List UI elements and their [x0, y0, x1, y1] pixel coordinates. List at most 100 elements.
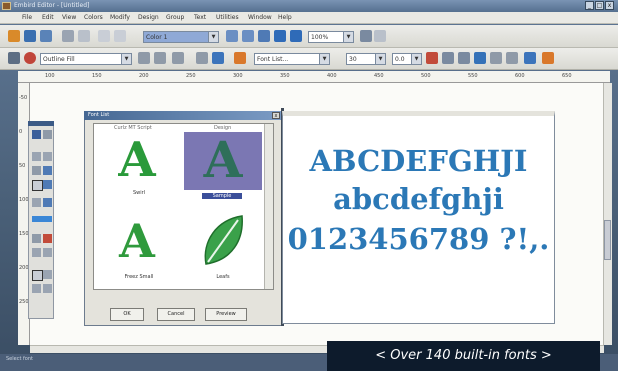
rotate-tool-icon[interactable]	[32, 248, 41, 257]
italic-icon[interactable]	[442, 52, 454, 64]
layer-tool-icon[interactable]	[43, 284, 52, 293]
palette-title-bar[interactable]	[28, 121, 54, 126]
cut-tool-icon[interactable]	[32, 198, 41, 207]
menu-group[interactable]: Group	[166, 14, 184, 21]
image-icon[interactable]	[524, 52, 536, 64]
effect-icon[interactable]	[542, 52, 554, 64]
font-item-selected[interactable]: A Sample	[184, 132, 262, 206]
menu-help[interactable]: Help	[278, 14, 292, 21]
menu-utilities[interactable]: Utilities	[216, 14, 239, 21]
align-center-icon[interactable]	[154, 52, 166, 64]
horizontal-ruler: 100 150 200 250 300 350 400 450 500 550 …	[18, 71, 610, 83]
preview-uppercase: ABCDEFGHJI	[309, 144, 528, 178]
font-select[interactable]: Font List... ▼	[254, 53, 330, 65]
text-tool-icon[interactable]	[32, 180, 43, 191]
align-left-icon[interactable]	[138, 52, 150, 64]
font-sample-glyph: A	[119, 214, 155, 268]
zoom-out-icon[interactable]	[242, 30, 254, 42]
scroll-thumb[interactable]	[604, 220, 611, 260]
font-caption: Leafs	[216, 274, 230, 280]
justify-icon[interactable]	[490, 52, 502, 64]
status-text: Select font	[6, 356, 33, 362]
magnifier-icon[interactable]	[360, 30, 372, 42]
close-button[interactable]: x	[605, 1, 614, 10]
ruler-label: 50	[19, 163, 26, 169]
crop-tool-icon[interactable]	[32, 270, 43, 281]
menu-design[interactable]: Design	[138, 14, 159, 21]
ruler-label: 250	[186, 73, 196, 79]
zoom-select[interactable]: 100% ▼	[308, 31, 354, 43]
menu-text[interactable]: Text	[194, 14, 206, 21]
ruler-label: 150	[92, 73, 102, 79]
line-tool-icon[interactable]	[32, 166, 41, 175]
save-icon[interactable]	[40, 30, 52, 42]
curve-tool-icon[interactable]	[43, 152, 52, 161]
maximize-button[interactable]: □	[595, 1, 604, 10]
spacing-select[interactable]: 0.0 ▼	[392, 53, 422, 65]
font-caption: Swirl	[132, 190, 146, 196]
dialog-title: Font List	[84, 111, 282, 120]
mirror-tool-icon[interactable]	[43, 248, 52, 257]
outline-select[interactable]: Outline Fill ▼	[40, 53, 132, 65]
font-item-freez[interactable]: A Freez Small	[99, 214, 179, 284]
open-icon[interactable]	[24, 30, 36, 42]
underline-icon[interactable]	[458, 52, 470, 64]
view-icon[interactable]	[290, 30, 302, 42]
draw-tool-icon[interactable]	[32, 152, 41, 161]
new-icon[interactable]	[8, 30, 20, 42]
fit-icon[interactable]	[274, 30, 286, 42]
menu-file[interactable]: File	[22, 14, 32, 21]
node-tool-icon[interactable]	[43, 130, 52, 139]
font-icon[interactable]	[234, 52, 246, 64]
menu-edit[interactable]: Edit	[42, 14, 54, 21]
brush-tool-icon[interactable]	[43, 180, 52, 189]
fill-tool-icon[interactable]	[43, 198, 52, 207]
color-select[interactable]: Color 1 ▼	[143, 31, 219, 43]
magnify-tool-icon[interactable]	[32, 234, 41, 243]
box-icon[interactable]	[474, 52, 486, 64]
font-caption: Freez Small	[124, 274, 154, 280]
ok-button[interactable]: OK	[110, 308, 144, 321]
text-tool-icon[interactable]	[8, 52, 20, 64]
color-swatch[interactable]	[32, 216, 52, 222]
distribute-icon[interactable]	[506, 52, 518, 64]
color-dot-icon[interactable]	[24, 52, 36, 64]
select-tool-icon[interactable]	[32, 130, 41, 139]
align-right-icon[interactable]	[172, 52, 184, 64]
menu-modify[interactable]: Modify	[110, 14, 130, 21]
hand-icon[interactable]	[374, 30, 386, 42]
size-select[interactable]: 30 ▼	[346, 53, 386, 65]
font-item-leafs[interactable]: Leafs	[184, 214, 262, 284]
ruler-label: 600	[515, 73, 525, 79]
font-list-scrollbar[interactable]	[264, 124, 273, 289]
menu-colors[interactable]: Colors	[84, 14, 103, 21]
font-preview-panel: ABCDEFGHJI abcdefghji 0123456789 ?!,.	[282, 111, 555, 324]
zoom-in-icon[interactable]	[226, 30, 238, 42]
menu-window[interactable]: Window	[248, 14, 272, 21]
grid-icon[interactable]	[258, 30, 270, 42]
window-title-bar: Embird Editor - [Untitled]	[0, 0, 618, 12]
stitch-tool-icon[interactable]	[32, 284, 41, 293]
main-toolbar: Color 1 ▼ 100% ▼	[0, 25, 618, 48]
minimize-button[interactable]: _	[585, 1, 594, 10]
font-item-swirl[interactable]: A Swirl	[99, 132, 179, 206]
cut-icon[interactable]	[78, 30, 90, 42]
dialog-close-button[interactable]: x	[272, 112, 280, 119]
pen-tool-icon[interactable]	[43, 234, 52, 243]
vertical-scrollbar[interactable]	[603, 83, 612, 345]
promo-banner: < Over 140 built-in fonts >	[327, 341, 600, 371]
shape-tool-icon[interactable]	[43, 166, 52, 175]
redo-icon[interactable]	[114, 30, 126, 42]
menu-view[interactable]: View	[62, 14, 76, 21]
measure-tool-icon[interactable]	[43, 270, 52, 279]
bold-icon[interactable]	[426, 52, 438, 64]
ruler-label: -50	[19, 95, 28, 101]
cancel-button[interactable]: Cancel	[157, 308, 195, 321]
preview-button[interactable]: Preview	[205, 308, 247, 321]
preview-digits: 0123456789 ?!,.	[287, 222, 550, 256]
line-icon[interactable]	[196, 52, 208, 64]
undo-icon[interactable]	[98, 30, 110, 42]
fill-icon[interactable]	[212, 52, 224, 64]
print-icon[interactable]	[62, 30, 74, 42]
preview-lowercase: abcdefghji	[333, 182, 504, 216]
